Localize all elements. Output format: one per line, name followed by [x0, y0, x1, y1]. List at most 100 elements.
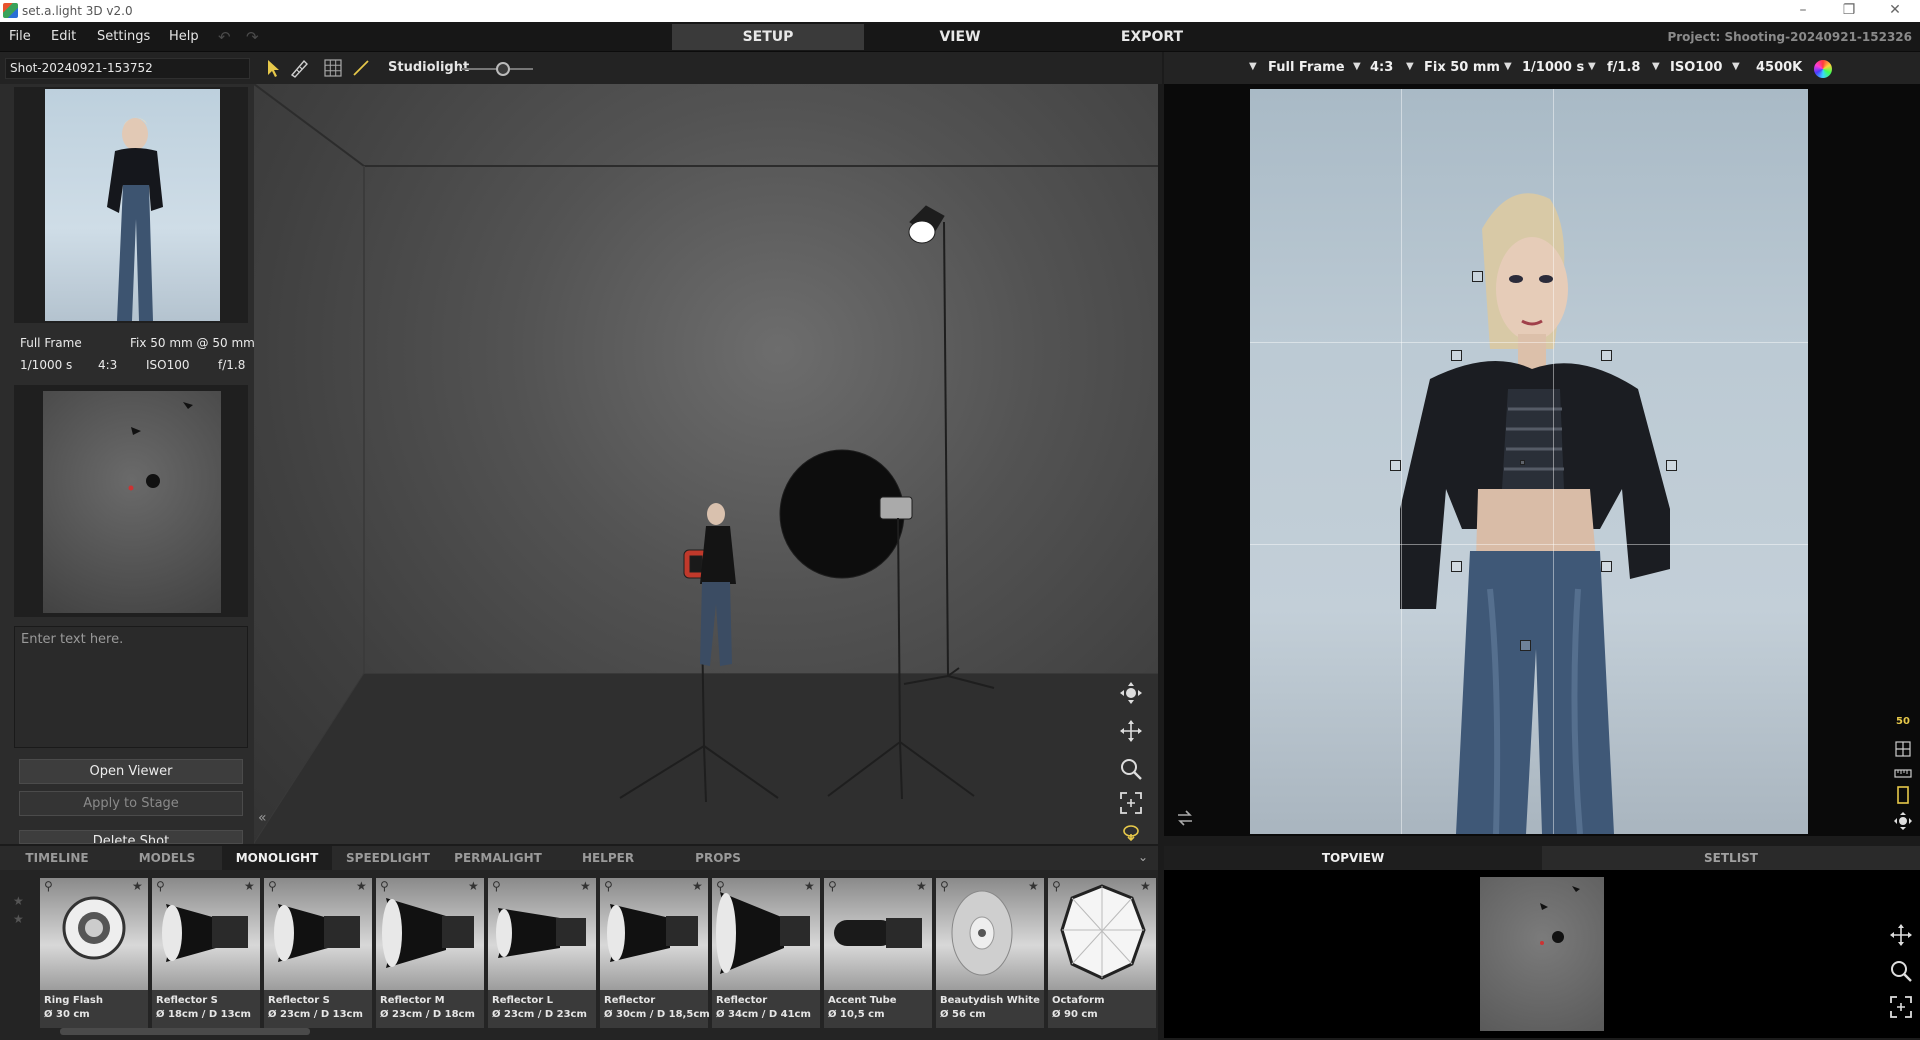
library-item[interactable]: ⚲ ★ Reflector M Ø 23cm / D 18cm	[376, 878, 484, 1028]
ruler-icon[interactable]	[1892, 764, 1914, 782]
focus-point-handle[interactable]	[1472, 271, 1483, 282]
white-balance-select[interactable]: 4500K	[1756, 60, 1802, 75]
chevron-down-icon[interactable]: ▼	[1406, 61, 1414, 72]
tab-timeline[interactable]: TIMELINE	[14, 846, 100, 870]
favorite-star-icon[interactable]: ★	[916, 879, 927, 893]
undo-icon[interactable]: ↶	[218, 28, 231, 46]
shot-name-field[interactable]: Shot-20240921-153752	[5, 58, 250, 79]
pin-icon[interactable]: ⚲	[828, 879, 837, 893]
menu-help[interactable]: Help	[169, 29, 199, 44]
iso-select[interactable]: ISO100	[1670, 60, 1722, 75]
favorite-star-icon[interactable]: ★	[1140, 879, 1151, 893]
topview-map[interactable]	[1480, 877, 1604, 1031]
sensor-select[interactable]: Full Frame	[1268, 60, 1345, 75]
favorite-star-icon[interactable]: ★	[1028, 879, 1039, 893]
collapse-left-icon[interactable]: «	[258, 810, 267, 826]
focus-point-handle[interactable]	[1390, 460, 1401, 471]
tab-models[interactable]: MODELS	[124, 846, 210, 870]
minimize-button[interactable]: –	[1780, 0, 1826, 22]
focus-point-handle[interactable]	[1520, 640, 1531, 651]
focus-point-handle[interactable]	[1601, 350, 1612, 361]
pin-icon[interactable]: ⚲	[604, 879, 613, 893]
camera-photo[interactable]	[1250, 89, 1808, 834]
studiolight-slider-thumb[interactable]	[496, 62, 510, 76]
lens-select[interactable]: Fix 50 mm	[1424, 60, 1500, 75]
color-wheel-icon[interactable]	[1814, 60, 1832, 78]
library-item[interactable]: ⚲ ★ Reflector S Ø 23cm / D 13cm	[264, 878, 372, 1028]
chevron-down-icon[interactable]: ▼	[1353, 61, 1361, 72]
pin-icon[interactable]: ⚲	[716, 879, 725, 893]
tab-setlist[interactable]: SETLIST	[1542, 846, 1920, 870]
orbit-camera-icon[interactable]	[1892, 812, 1914, 830]
aspect-select[interactable]: 4:3	[1370, 60, 1393, 75]
pin-icon[interactable]: ⚲	[268, 879, 277, 893]
redo-icon[interactable]: ↷	[246, 28, 259, 46]
menu-file[interactable]: File	[9, 29, 31, 44]
shot-thumbnail[interactable]	[45, 89, 220, 321]
tab-monolight[interactable]: MONOLIGHT	[222, 846, 332, 870]
focus-point-handle[interactable]	[1451, 350, 1462, 361]
favorite-star-icon[interactable]: ★	[356, 879, 367, 893]
fit-frame-icon[interactable]	[1118, 790, 1144, 816]
line-tool-icon[interactable]	[350, 58, 372, 78]
select-arrow-icon[interactable]	[262, 58, 284, 78]
measure-tool-icon[interactable]	[288, 58, 310, 78]
favorite-filter-icon[interactable]: ★	[13, 912, 24, 926]
tab-speedlight[interactable]: SPEEDLIGHT	[340, 846, 436, 870]
zoom-icon[interactable]	[1118, 756, 1144, 782]
library-item[interactable]: ⚲ ★ Reflector S Ø 18cm / D 13cm	[152, 878, 260, 1028]
focus-point-handle[interactable]	[1451, 561, 1462, 572]
zoom-icon[interactable]	[1888, 958, 1914, 984]
library-item[interactable]: ⚲ ★ Reflector L Ø 23cm / D 23cm	[488, 878, 596, 1028]
focus-point-handle[interactable]	[1666, 460, 1677, 471]
library-item[interactable]: ⚲ ★ Ring Flash Ø 30 cm	[40, 878, 148, 1028]
tab-view[interactable]: VIEW	[864, 24, 1056, 50]
pan-move-icon[interactable]	[1118, 718, 1144, 744]
favorite-star-icon[interactable]: ★	[132, 879, 143, 893]
library-scrollbar[interactable]	[60, 1028, 310, 1035]
swap-view-icon[interactable]	[1176, 810, 1194, 826]
portrait-orientation-icon[interactable]	[1892, 786, 1914, 804]
favorite-star-icon[interactable]: ★	[468, 879, 479, 893]
favorite-star-icon[interactable]: ★	[804, 879, 815, 893]
library-item[interactable]: ⚲ ★ Octaform Ø 90 cm	[1048, 878, 1156, 1028]
chevron-down-icon[interactable]: ▼	[1652, 61, 1660, 72]
tab-props[interactable]: PROPS	[678, 846, 758, 870]
chevron-down-icon[interactable]: ▼	[1588, 61, 1596, 72]
orbit-icon[interactable]	[1118, 680, 1144, 706]
pin-icon[interactable]: ⚲	[380, 879, 389, 893]
menu-settings[interactable]: Settings	[97, 29, 150, 44]
shutter-select[interactable]: 1/1000 s	[1522, 60, 1584, 75]
aperture-select[interactable]: f/1.8	[1607, 60, 1640, 75]
delete-shot-button[interactable]: Delete Shot	[19, 830, 243, 844]
favorite-star-icon[interactable]: ★	[580, 879, 591, 893]
tab-export[interactable]: EXPORT	[1056, 24, 1248, 50]
pan-move-icon[interactable]	[1888, 922, 1914, 948]
pin-icon[interactable]: ⚲	[44, 879, 53, 893]
open-viewer-button[interactable]: Open Viewer	[19, 759, 243, 784]
menu-edit[interactable]: Edit	[51, 29, 76, 44]
tab-setup[interactable]: SETUP	[672, 24, 864, 50]
collapse-library-icon[interactable]: ⌄	[1138, 850, 1148, 864]
stage-3d-viewport[interactable]: «	[254, 84, 1158, 844]
reset-view-icon[interactable]	[1118, 822, 1144, 842]
favorite-star-icon[interactable]: ★	[244, 879, 255, 893]
library-item[interactable]: ⚲ ★ Reflector Ø 30cm / D 18,5cm	[600, 878, 710, 1028]
favorite-filter-icon[interactable]: ★	[13, 894, 24, 908]
pin-icon[interactable]: ⚲	[492, 879, 501, 893]
chevron-down-icon[interactable]: ▼	[1504, 61, 1512, 72]
apply-to-stage-button[interactable]: Apply to Stage	[19, 791, 243, 816]
tab-permalight[interactable]: PERMALIGHT	[450, 846, 546, 870]
pin-icon[interactable]: ⚲	[940, 879, 949, 893]
pin-icon[interactable]: ⚲	[156, 879, 165, 893]
maximize-button[interactable]: ❐	[1826, 0, 1872, 22]
focus-point-handle[interactable]	[1601, 561, 1612, 572]
tab-topview[interactable]: TOPVIEW	[1164, 846, 1542, 870]
library-item[interactable]: ⚲ ★ Accent Tube Ø 10,5 cm	[824, 878, 932, 1028]
close-button[interactable]: ✕	[1872, 0, 1918, 22]
library-item[interactable]: ⚲ ★ Reflector Ø 34cm / D 41cm	[712, 878, 820, 1028]
grid-toggle-icon[interactable]	[322, 58, 344, 78]
fit-frame-icon[interactable]	[1888, 994, 1914, 1020]
chevron-down-icon[interactable]: ▼	[1732, 61, 1740, 72]
shot-notes-textarea[interactable]: Enter text here.	[14, 626, 248, 748]
